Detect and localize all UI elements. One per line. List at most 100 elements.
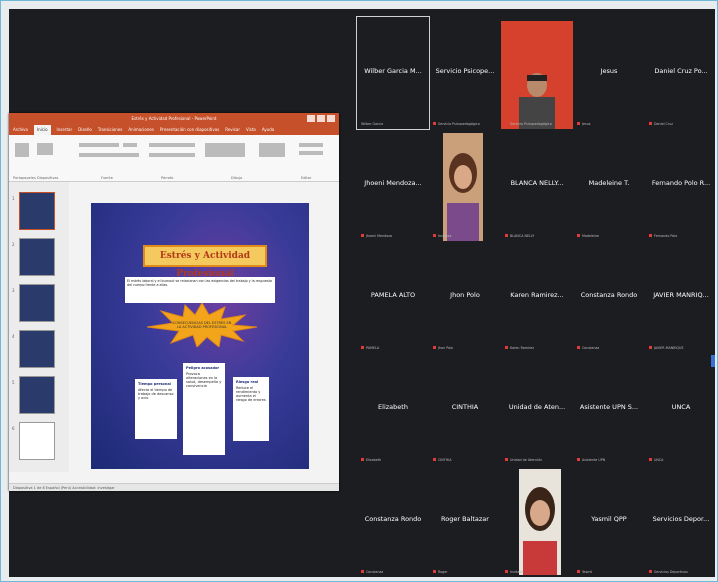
- participant-tile[interactable]: Asistente UPN S... Asistente UPN: [573, 353, 645, 465]
- participant-tile[interactable]: Jesus Jesus: [573, 17, 645, 129]
- participant-name: Asistente UPN S...: [579, 403, 639, 411]
- slide-box-danger: Peligro acosador Provoca alteraciones en…: [183, 363, 225, 455]
- maximize-icon[interactable]: [317, 115, 325, 122]
- participant-tile[interactable]: UNCA UNCA: [645, 353, 717, 465]
- participant-name: BLANCA NELLY...: [510, 179, 564, 187]
- participant-footer: Elizabeth: [361, 458, 381, 462]
- participant-footer: UNCA: [649, 458, 663, 462]
- participant-tile[interactable]: Unidad de Aten... Unidad de Atención: [501, 353, 573, 465]
- participant-video-woman: [443, 133, 483, 241]
- mic-muted-icon: [649, 570, 652, 573]
- participant-tile[interactable]: Jhon Polo Jhon Polo: [429, 241, 501, 353]
- find-button[interactable]: [299, 143, 323, 147]
- slide-box-risk: Riesgo real Reduce el rendimiento y aume…: [233, 377, 269, 441]
- slide-thumbnail[interactable]: [19, 192, 55, 230]
- slide-thumbnail[interactable]: [19, 238, 55, 276]
- slide-title: Estrés y Actividad Profesional: [143, 245, 267, 279]
- participant-footer: Karen Ramirez: [505, 346, 534, 350]
- participant-footer: Jhon Polo: [433, 346, 453, 350]
- mic-muted-icon: [505, 458, 508, 461]
- slide-thumbnail[interactable]: [19, 422, 55, 460]
- participant-tile[interactable]: Constanza Rondo Constanza: [573, 241, 645, 353]
- new-slide-icon[interactable]: [37, 143, 53, 155]
- participant-tile[interactable]: Elizabeth Elizabeth: [357, 353, 429, 465]
- mic-muted-icon: [361, 346, 364, 349]
- participant-tile[interactable]: Jhoeni Mendoza... Jhoeni Mendoza: [357, 129, 429, 241]
- group-label-drawing: Dibujo: [231, 176, 243, 180]
- minimize-icon[interactable]: [307, 115, 315, 122]
- participant-footer: Madeleine: [577, 234, 599, 238]
- participant-tile[interactable]: Madeleine T. Madeleine: [573, 129, 645, 241]
- participant-tile[interactable]: Servicios Depor... Servicios Deportivos: [645, 465, 717, 577]
- tab-inicio[interactable]: Inicio: [33, 125, 51, 135]
- mic-muted-icon: [433, 458, 436, 461]
- group-label-editing: Editar: [301, 176, 312, 180]
- participant-tile[interactable]: BLANCA NELLY... BLANCA NELLY: [501, 129, 573, 241]
- replace-button[interactable]: [299, 151, 323, 155]
- mic-muted-icon: [505, 234, 508, 237]
- participant-tile[interactable]: Constanza Rondo Constanza: [357, 465, 429, 577]
- participant-name: Jhoeni Mendoza...: [364, 179, 422, 187]
- participant-footer: JAVIER MANRIQUE: [649, 346, 684, 350]
- tab-vista[interactable]: Vista: [246, 125, 256, 135]
- participant-tile[interactable]: Daniel Cruz Po... Daniel Cruz: [645, 17, 717, 129]
- participant-tile-video[interactable]: Invitada: [429, 129, 501, 241]
- tab-diseno[interactable]: Diseño: [78, 125, 92, 135]
- slide-thumbnail[interactable]: [19, 330, 55, 368]
- mic-muted-icon: [577, 234, 580, 237]
- slide-thumbnail[interactable]: [19, 376, 55, 414]
- ppt-window-title: Estrés y Actividad Profesional - PowerPo…: [131, 116, 217, 121]
- participant-tile[interactable]: Wilber Garcia M... Wilber Garcia: [356, 16, 430, 130]
- participant-footer: Wilber Garcia: [361, 122, 384, 126]
- window-controls: [307, 115, 335, 122]
- participant-tile[interactable]: Karen Ramirez... Karen Ramirez: [501, 241, 573, 353]
- tab-insertar[interactable]: Insertar: [57, 125, 73, 135]
- participant-tile-video[interactable]: Invitada: [501, 465, 573, 577]
- participant-footer: CINTHIA: [433, 458, 451, 462]
- zoom-meeting-window: Estrés y Actividad Profesional - PowerPo…: [9, 9, 715, 577]
- participant-tile[interactable]: Fernando Polo R... Fernando Polo: [645, 129, 717, 241]
- current-slide[interactable]: Estrés y Actividad Profesional El estrés…: [91, 203, 309, 469]
- arrange-icon[interactable]: [259, 143, 285, 157]
- participant-footer: Jesus: [577, 122, 591, 126]
- participant-name: JAVIER MANRIQ...: [653, 291, 709, 299]
- tab-transiciones[interactable]: Transiciones: [98, 125, 123, 135]
- paragraph-row[interactable]: [149, 143, 195, 147]
- participant-name: Servicio Psicope...: [435, 67, 495, 75]
- next-page-arrow[interactable]: [711, 355, 715, 367]
- mic-muted-icon: [361, 570, 364, 573]
- participant-name: Wilber Garcia M...: [364, 67, 422, 75]
- tab-animaciones[interactable]: Animaciones: [128, 125, 154, 135]
- mic-muted-icon: [361, 458, 364, 461]
- participant-footer: Roger: [433, 570, 448, 574]
- participant-name: Constanza Rondo: [580, 291, 638, 299]
- participant-name: Unidad de Aten...: [508, 403, 566, 411]
- participant-tile[interactable]: Roger Baltazar Roger: [429, 465, 501, 577]
- participant-footer: Fernando Polo: [649, 234, 677, 238]
- font-format-row[interactable]: [79, 153, 139, 157]
- mic-muted-icon: [433, 570, 436, 573]
- tab-presentacion[interactable]: Presentación con diapositivas: [160, 125, 219, 135]
- mic-muted-icon: [433, 346, 436, 349]
- participant-name: PAMELA ALTO: [370, 291, 416, 299]
- tab-archivo[interactable]: Archivo: [13, 125, 28, 135]
- shared-powerpoint-window[interactable]: Estrés y Actividad Profesional - PowerPo…: [9, 113, 339, 491]
- shapes-gallery[interactable]: [205, 143, 245, 157]
- font-size-box[interactable]: [123, 143, 137, 147]
- paragraph-align-row[interactable]: [149, 153, 195, 157]
- participant-tile[interactable]: Servicio Psicope... Servicio Psicopedagó…: [429, 17, 501, 129]
- participant-tile-video[interactable]: Servicio Psicopedagógico: [501, 17, 573, 129]
- mic-muted-icon: [649, 346, 652, 349]
- tab-revisar[interactable]: Revisar: [225, 125, 240, 135]
- slide-thumbnail[interactable]: [19, 284, 55, 322]
- participant-tile[interactable]: CINTHIA CINTHIA: [429, 353, 501, 465]
- participant-tile[interactable]: JAVIER MANRIQ... JAVIER MANRIQUE: [645, 241, 717, 353]
- mic-muted-icon: [433, 234, 436, 237]
- close-icon[interactable]: [327, 115, 335, 122]
- starburst-text: CONSECUENCIAS DEL ESTRÉS EN LA ACTIVIDAD…: [172, 321, 232, 329]
- participant-tile[interactable]: Yasmil QPP Yasmil: [573, 465, 645, 577]
- paste-icon[interactable]: [15, 143, 29, 157]
- participant-tile[interactable]: PAMELA ALTO PAMELA: [357, 241, 429, 353]
- font-name-box[interactable]: [79, 143, 119, 147]
- tab-ayuda[interactable]: Ayuda: [262, 125, 274, 135]
